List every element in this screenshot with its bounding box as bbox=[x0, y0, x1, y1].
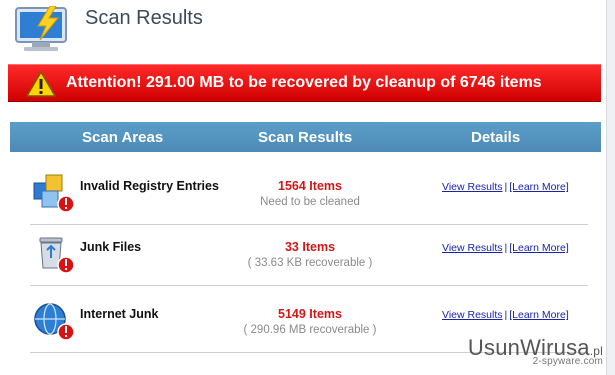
scan-result-detail: ( 33.63 KB recoverable ) bbox=[247, 257, 373, 269]
details-links: View Results | [Learn More] bbox=[442, 242, 569, 254]
scan-area-name: Junk Files bbox=[80, 240, 142, 254]
column-header-details: Details bbox=[471, 129, 521, 146]
watermark-small: 2-spyware.com bbox=[532, 356, 603, 367]
row-divider bbox=[30, 285, 588, 286]
learn-more-link[interactable]: [Learn More] bbox=[509, 309, 569, 321]
internet-globe-icon bbox=[34, 303, 75, 341]
link-separator: | bbox=[504, 181, 508, 193]
learn-more-link[interactable]: [Learn More] bbox=[509, 242, 569, 254]
link-separator: | bbox=[504, 242, 508, 254]
details-links: View Results | [Learn More] bbox=[442, 181, 569, 193]
attention-message: Attention! 291.00 MB to be recovered by … bbox=[66, 74, 542, 91]
column-header-scan-results: Scan Results bbox=[258, 129, 353, 146]
registry-cubes-icon bbox=[33, 174, 75, 213]
warning-triangle-icon bbox=[26, 71, 56, 97]
scan-area-name: Internet Junk bbox=[80, 307, 159, 321]
scan-result-count: 33 Items bbox=[284, 240, 336, 254]
table-row: Junk Files 33 Items ( 33.63 KB recoverab… bbox=[10, 224, 601, 286]
scan-result-detail: ( 290.96 MB recoverable ) bbox=[243, 324, 377, 336]
recycle-bin-icon bbox=[39, 237, 75, 274]
column-header-scan-areas: Scan Areas bbox=[82, 129, 164, 146]
monitor-lightning-icon bbox=[15, 6, 67, 51]
scan-result-count: 5149 Items bbox=[278, 307, 342, 321]
view-results-link[interactable]: View Results bbox=[442, 242, 503, 254]
details-links: View Results | [Learn More] bbox=[442, 309, 569, 321]
link-separator: | bbox=[504, 309, 508, 321]
scan-area-name: Invalid Registry Entries bbox=[80, 179, 219, 193]
scan-result-count: 1564 Items bbox=[278, 179, 342, 193]
page-title: Scan Results bbox=[85, 7, 203, 29]
scan-result-detail: Need to be cleaned bbox=[260, 196, 360, 208]
view-results-link[interactable]: View Results bbox=[442, 181, 503, 193]
learn-more-link[interactable]: [Learn More] bbox=[509, 181, 569, 193]
table-header: Scan Areas Scan Results Details bbox=[10, 122, 601, 152]
watermark: UsunWirusa.pl 2-spyware.com bbox=[468, 335, 603, 367]
header: Scan Results bbox=[0, 0, 606, 58]
window-right-edge bbox=[606, 0, 615, 375]
table-row: Invalid Registry Entries 1564 Items Need… bbox=[10, 163, 601, 225]
view-results-link[interactable]: View Results bbox=[442, 309, 503, 321]
attention-banner: Attention! 291.00 MB to be recovered by … bbox=[8, 64, 601, 102]
